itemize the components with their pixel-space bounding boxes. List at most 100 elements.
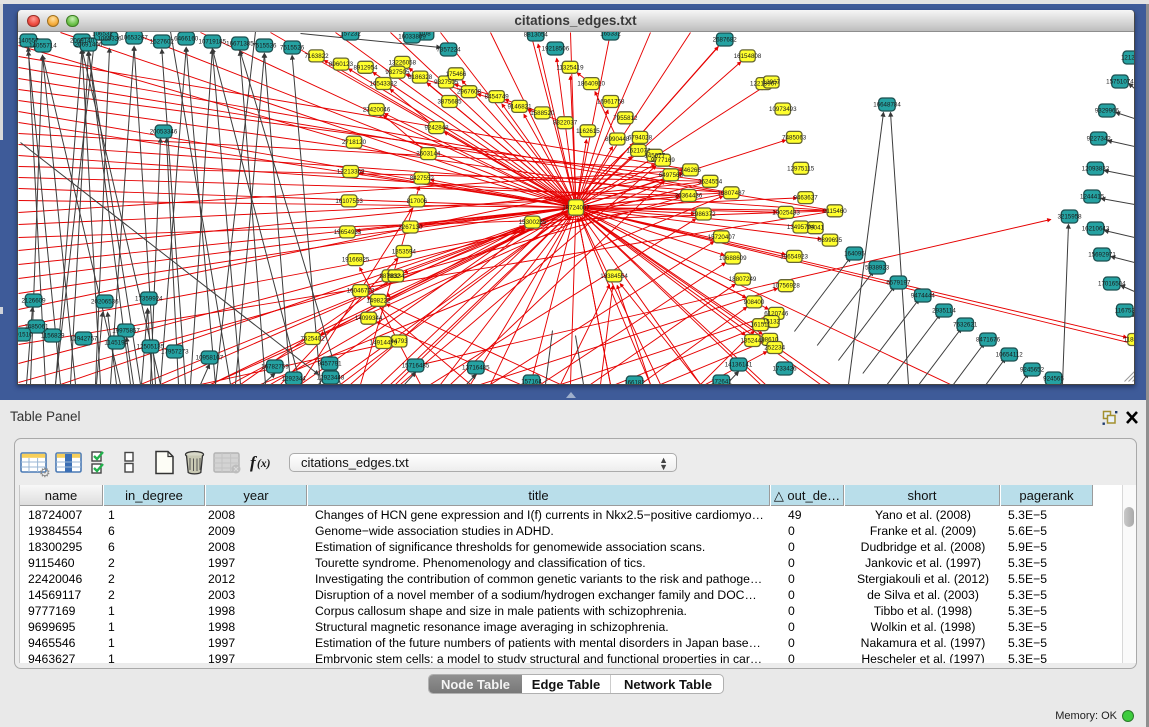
svg-text:8322037: 8322037 — [553, 119, 578, 126]
svg-text:7515526: 7515526 — [280, 44, 305, 51]
svg-text:6794028: 6794028 — [627, 134, 652, 141]
svg-text:8427552: 8427552 — [409, 175, 434, 182]
svg-text:20364436: 20364436 — [674, 192, 702, 199]
svg-text:8471676: 8471676 — [975, 336, 1000, 343]
svg-text:1145194: 1145194 — [104, 339, 128, 346]
svg-text:9146821: 9146821 — [507, 103, 532, 110]
svg-text:0899695: 0899695 — [817, 237, 842, 244]
svg-text:2687682: 2687682 — [712, 36, 737, 43]
svg-text:10688609: 10688609 — [719, 255, 747, 262]
svg-text:1498222: 1498222 — [366, 297, 391, 304]
svg-text:20691406: 20691406 — [74, 41, 102, 48]
svg-text:924565: 924565 — [1043, 375, 1064, 382]
svg-text:19654923: 19654923 — [780, 253, 808, 260]
svg-text:7632621: 7632621 — [953, 321, 978, 328]
svg-text:9115460: 9115460 — [823, 207, 847, 214]
svg-text:2935114: 2935114 — [932, 307, 956, 314]
svg-text:10654112: 10654112 — [995, 351, 1023, 358]
svg-text:6579197: 6579197 — [886, 279, 911, 286]
svg-text:9327505: 9327505 — [385, 69, 410, 76]
svg-text:16107553: 16107553 — [335, 197, 363, 204]
svg-text:116753: 116753 — [1114, 307, 1134, 314]
svg-text:16046733: 16046733 — [346, 287, 374, 294]
svg-text:106532: 106532 — [92, 32, 113, 38]
svg-text:7163822: 7163822 — [304, 52, 329, 59]
svg-text:9457791: 9457791 — [317, 360, 342, 367]
svg-text:9463627: 9463627 — [793, 194, 818, 201]
svg-text:1352448: 1352448 — [740, 337, 765, 344]
svg-text:10653267: 10653267 — [120, 34, 148, 41]
svg-text:11325419: 11325419 — [556, 64, 584, 71]
svg-text:12942757: 12942757 — [69, 335, 97, 342]
svg-text:1485061: 1485061 — [24, 323, 49, 330]
svg-text:9245652: 9245652 — [1019, 366, 1044, 373]
svg-text:10719185: 10719185 — [198, 38, 226, 45]
svg-text:88334: 88334 — [387, 272, 405, 279]
svg-text:817006: 817006 — [406, 197, 427, 204]
svg-text:1353594: 1353594 — [391, 248, 416, 255]
svg-text:157232: 157232 — [340, 32, 361, 38]
svg-text:121213: 121213 — [1120, 54, 1134, 61]
svg-text:23420046: 23420046 — [362, 106, 390, 113]
svg-text:161511: 161511 — [750, 321, 771, 328]
svg-text:16961758: 16961758 — [596, 98, 624, 105]
svg-text:19166825: 19166825 — [341, 256, 369, 263]
svg-text:2603144: 2603144 — [416, 150, 441, 157]
svg-text:16154808: 16154808 — [733, 52, 761, 59]
svg-text:12975115: 12975115 — [787, 165, 815, 172]
svg-text:1156829: 1156829 — [40, 332, 64, 339]
svg-text:165332: 165332 — [600, 32, 621, 38]
svg-text:157164: 157164 — [521, 378, 542, 384]
svg-text:8454749: 8454749 — [484, 93, 509, 100]
svg-text:746266: 746266 — [680, 166, 701, 173]
svg-text:1527602: 1527602 — [149, 38, 174, 45]
svg-text:8960123: 8960123 — [328, 61, 353, 68]
svg-text:16543382: 16543382 — [369, 80, 397, 87]
svg-text:16033809: 16033809 — [398, 33, 426, 40]
svg-text:14136141: 14136141 — [724, 361, 752, 368]
svg-text:3875685: 3875685 — [437, 98, 462, 105]
svg-text:44793: 44793 — [390, 338, 408, 345]
svg-text:13967: 13967 — [762, 79, 780, 86]
svg-text:14099344: 14099344 — [354, 315, 382, 322]
svg-text:19975857: 19975857 — [112, 327, 140, 334]
svg-text:10025433: 10025433 — [772, 209, 800, 216]
svg-text:1244415: 1244415 — [1080, 193, 1105, 200]
svg-text:6120746: 6120746 — [764, 310, 789, 317]
svg-text:2967608: 2967608 — [456, 88, 481, 95]
svg-text:7955812: 7955812 — [613, 114, 638, 121]
svg-text:6466160: 6466160 — [174, 35, 199, 42]
svg-text:⚙: ⚙ — [39, 465, 51, 480]
svg-text:7515526: 7515526 — [252, 42, 277, 49]
svg-text:19654933: 19654933 — [333, 228, 361, 235]
svg-text:15751074: 15751074 — [1106, 78, 1134, 85]
svg-text:15720407: 15720407 — [707, 233, 735, 240]
svg-text:391510: 391510 — [18, 331, 33, 338]
svg-text:252234: 252234 — [764, 344, 785, 351]
svg-text:17957273: 17957273 — [161, 348, 189, 355]
svg-text:19384554: 19384554 — [600, 272, 628, 279]
svg-text:10958107: 10958107 — [195, 354, 223, 361]
svg-text:1733426: 1733426 — [772, 365, 797, 372]
svg-text:16782759: 16782759 — [261, 363, 289, 370]
svg-text:10973493: 10973493 — [769, 106, 797, 113]
svg-text:1292344: 1292344 — [281, 375, 306, 382]
svg-text:14055714: 14055714 — [29, 42, 57, 49]
svg-text:13226058: 13226058 — [388, 59, 416, 66]
svg-text:5938923: 5938923 — [865, 264, 890, 271]
svg-text:175466: 175466 — [445, 70, 466, 77]
svg-text:2126609: 2126609 — [21, 297, 46, 304]
svg-text:19218506: 19218506 — [541, 45, 569, 52]
svg-text:3215958: 3215958 — [1057, 213, 1082, 220]
svg-text:15716485: 15716485 — [401, 362, 429, 369]
svg-text:8813054: 8813054 — [523, 32, 548, 39]
svg-text:9474444: 9474444 — [910, 292, 935, 299]
svg-text:9329966: 9329966 — [1094, 107, 1119, 114]
svg-text:15300235: 15300235 — [518, 219, 546, 226]
svg-text:16671385: 16671385 — [226, 40, 254, 47]
svg-text:164095: 164095 — [844, 250, 865, 257]
svg-text:20206536: 20206536 — [91, 298, 119, 305]
svg-text:18640910: 18640910 — [577, 80, 605, 87]
svg-text:3624554: 3624554 — [698, 178, 723, 185]
svg-text:15692971: 15692971 — [1088, 251, 1116, 258]
